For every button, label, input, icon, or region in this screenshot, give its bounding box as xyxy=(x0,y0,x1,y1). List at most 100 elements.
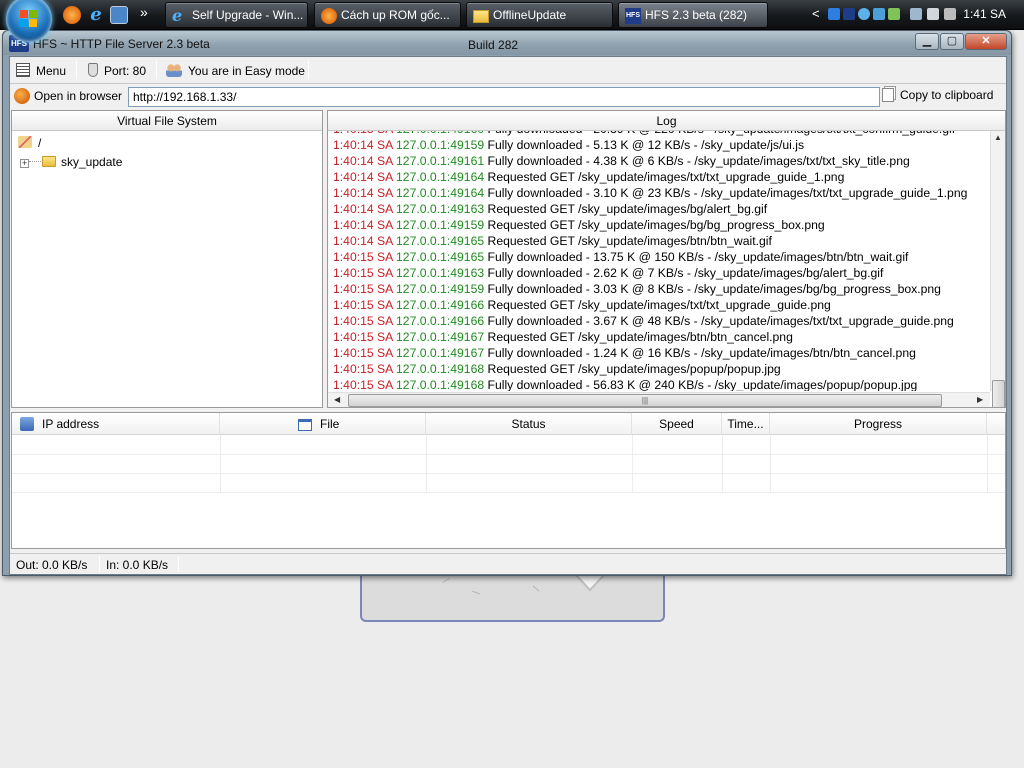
scroll-left-icon[interactable]: ◀ xyxy=(334,395,340,404)
mode-button[interactable]: You are in Easy mode xyxy=(166,63,305,78)
taskbar-button-cach-up-rom[interactable]: Cách up ROM gốc... xyxy=(314,2,461,28)
hfs-tray-icon[interactable] xyxy=(843,8,855,20)
log-message: Requested GET /sky_update/images/bg/bg_p… xyxy=(487,218,825,232)
minimize-button[interactable]: ▁ xyxy=(915,33,939,50)
log-line[interactable]: 1:40:15 SA 127.0.0.1:49168 Fully downloa… xyxy=(333,377,917,391)
title-bar[interactable]: HFS HFS ~ HTTP File Server 2.3 beta Buil… xyxy=(3,31,1011,55)
volume-icon[interactable] xyxy=(927,8,939,20)
log-ip: 127.0.0.1:49168 xyxy=(396,378,485,391)
log-line[interactable]: 1:40:15 SA 127.0.0.1:49168 Requested GET… xyxy=(333,361,781,377)
log-time: 1:40:14 SA xyxy=(333,186,393,200)
log-lines[interactable]: 1:40:13 SA 127.0.0.1:49160 Fully downloa… xyxy=(328,131,988,391)
copy-to-clipboard-button[interactable]: Copy to clipboard xyxy=(882,88,993,102)
log-time: 1:40:15 SA xyxy=(333,298,393,312)
log-ip: 127.0.0.1:49163 xyxy=(396,202,485,216)
log-time: 1:40:15 SA xyxy=(333,282,393,296)
log-horizontal-scrollbar[interactable]: ◀ ||| ▶ xyxy=(328,392,990,407)
taskbar-button-offlineupdate[interactable]: OfflineUpdate xyxy=(466,2,613,28)
log-line[interactable]: 1:40:15 SA 127.0.0.1:49166 Fully downloa… xyxy=(333,313,954,329)
windows-logo-icon xyxy=(20,10,38,28)
hfs-window: HFS HFS ~ HTTP File Server 2.3 beta Buil… xyxy=(2,30,1012,576)
log-line[interactable]: 1:40:15 SA 127.0.0.1:49167 Requested GET… xyxy=(333,329,793,345)
log-time: 1:40:14 SA xyxy=(333,234,393,248)
maximize-button[interactable]: ▢ xyxy=(940,33,964,50)
firefox-icon xyxy=(321,8,337,24)
log-ip: 127.0.0.1:49165 xyxy=(396,250,485,264)
log-line[interactable]: 1:40:14 SA 127.0.0.1:49159 Fully downloa… xyxy=(333,137,804,153)
grid-line xyxy=(12,454,1005,455)
url-field[interactable] xyxy=(128,87,880,107)
column-status[interactable]: Status xyxy=(426,413,632,435)
log-time: 1:40:14 SA xyxy=(333,154,393,168)
log-vertical-scrollbar[interactable]: ▲ ▼ xyxy=(990,131,1005,407)
firefox-quicklaunch-icon[interactable] xyxy=(63,6,81,24)
clipboard-icon xyxy=(882,88,894,102)
column-time[interactable]: Time... xyxy=(722,413,770,435)
grid-line xyxy=(220,435,221,493)
vfs-root-item[interactable]: / xyxy=(18,136,41,150)
port-button[interactable]: Port: 80 xyxy=(88,63,146,78)
tray-security-icon[interactable] xyxy=(873,8,885,20)
tray-expand-icon[interactable]: < xyxy=(812,6,820,21)
column-label: Speed xyxy=(659,417,694,431)
vfs-root-label: / xyxy=(38,136,42,150)
log-message: Requested GET /sky_update/images/txt/txt… xyxy=(487,170,845,184)
expand-icon[interactable]: + xyxy=(20,159,29,168)
address-row: Open in browser Copy to clipboard xyxy=(10,85,1006,109)
scroll-right-icon[interactable]: ▶ xyxy=(977,395,983,404)
log-ip: 127.0.0.1:49167 xyxy=(396,330,485,344)
connections-list[interactable]: IP address File Status Speed Time... Pro… xyxy=(11,412,1006,549)
log-line[interactable]: 1:40:15 SA 127.0.0.1:49167 Fully downloa… xyxy=(333,345,916,361)
toolbar-separator xyxy=(156,61,157,79)
scroll-up-icon[interactable]: ▲ xyxy=(994,133,1002,142)
column-label: Progress xyxy=(853,417,903,431)
log-ip: 127.0.0.1:49159 xyxy=(396,282,485,296)
virtual-file-system-pane[interactable]: Virtual File System / + sky_update xyxy=(11,110,323,408)
log-message: Fully downloaded - 5.13 K @ 12 KB/s - /s… xyxy=(487,138,805,152)
open-in-browser-button[interactable]: Open in browser xyxy=(14,88,122,104)
column-file[interactable]: File xyxy=(220,413,426,435)
column-progress[interactable]: Progress xyxy=(770,413,987,435)
log-line[interactable]: 1:40:14 SA 127.0.0.1:49164 Requested GET… xyxy=(333,169,844,185)
column-ip-address[interactable]: IP address xyxy=(12,413,220,435)
tray-app-icon[interactable] xyxy=(828,8,840,20)
ie-quicklaunch-icon[interactable]: e xyxy=(87,6,105,24)
log-line[interactable]: 1:40:14 SA 127.0.0.1:49161 Fully downloa… xyxy=(333,153,910,169)
log-time: 1:40:13 SA xyxy=(333,131,393,136)
log-line[interactable]: 1:40:15 SA 127.0.0.1:49166 Requested GET… xyxy=(333,297,831,313)
status-bar: Out: 0.0 KB/s In: 0.0 KB/s xyxy=(10,553,1006,574)
log-line[interactable]: 1:40:14 SA 127.0.0.1:49164 Fully downloa… xyxy=(333,185,967,201)
quicklaunch-more-button[interactable]: » xyxy=(140,4,158,22)
tray-update-icon[interactable] xyxy=(888,8,900,20)
taskbar-button-label: Cách up ROM gốc... xyxy=(341,8,450,22)
taskbar-button-hfs[interactable]: HFS HFS 2.3 beta (282) xyxy=(618,2,768,28)
column-speed[interactable]: Speed xyxy=(632,413,722,435)
scroll-thumb[interactable] xyxy=(992,380,1005,407)
close-button[interactable]: ✕ xyxy=(965,33,1007,50)
network-icon[interactable] xyxy=(910,8,922,20)
folder-label: sky_update xyxy=(61,155,123,169)
plug-icon xyxy=(88,63,98,77)
log-line[interactable]: 1:40:15 SA 127.0.0.1:49159 Fully downloa… xyxy=(333,281,941,297)
log-line[interactable]: 1:40:15 SA 127.0.0.1:49165 Fully downloa… xyxy=(333,249,908,265)
clock[interactable]: 1:41 SA xyxy=(963,7,1006,21)
log-message: Requested GET /sky_update/images/popup/p… xyxy=(487,362,781,376)
show-desktop-icon[interactable] xyxy=(110,6,128,24)
tray-bluetooth-icon[interactable] xyxy=(858,8,870,20)
log-ip: 127.0.0.1:49160 xyxy=(396,131,484,136)
log-line[interactable]: 1:40:14 SA 127.0.0.1:49159 Requested GET… xyxy=(333,217,825,233)
log-message: Requested GET /sky_update/images/btn/btn… xyxy=(487,330,793,344)
log-header: Log xyxy=(328,111,1005,131)
log-line[interactable]: 1:40:15 SA 127.0.0.1:49163 Fully downloa… xyxy=(333,265,883,281)
log-time: 1:40:15 SA xyxy=(333,362,393,376)
log-message: Fully downloaded - 4.38 K @ 6 KB/s - /sk… xyxy=(487,154,910,168)
log-line[interactable]: 1:40:14 SA 127.0.0.1:49165 Requested GET… xyxy=(333,233,772,249)
log-pane[interactable]: Log 1:40:13 SA 127.0.0.1:49160 Fully dow… xyxy=(327,110,1006,408)
language-icon[interactable] xyxy=(944,8,956,20)
vfs-folder-sky-update[interactable]: + sky_update xyxy=(20,155,122,169)
taskbar-button-self-upgrade[interactable]: e Self Upgrade - Win... xyxy=(165,2,308,28)
log-ip: 127.0.0.1:49161 xyxy=(396,154,485,168)
menu-button[interactable]: Menu xyxy=(16,63,66,78)
log-line[interactable]: 1:40:14 SA 127.0.0.1:49163 Requested GET… xyxy=(333,201,767,217)
scroll-thumb[interactable]: ||| xyxy=(348,394,942,407)
